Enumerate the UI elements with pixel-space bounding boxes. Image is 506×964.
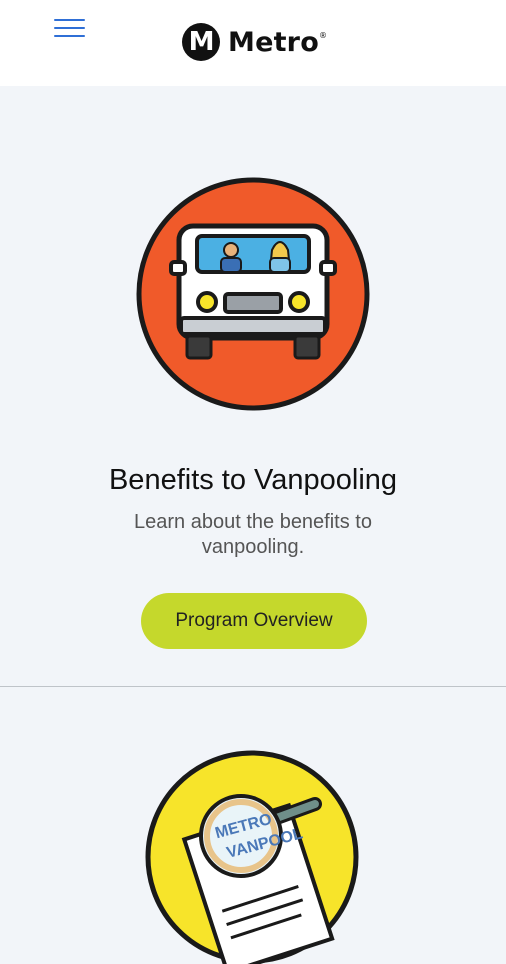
- app-header: M Metro®: [0, 0, 506, 86]
- hamburger-menu-icon[interactable]: [54, 16, 86, 40]
- metro-logo-text: Metro®: [228, 26, 328, 58]
- metro-logo[interactable]: M Metro®: [182, 22, 327, 62]
- section-divider: [0, 686, 506, 687]
- card-title: Benefits to Vanpooling: [108, 464, 398, 496]
- van-icon: [136, 177, 370, 411]
- program-overview-button[interactable]: Program Overview: [141, 593, 367, 649]
- magnifier-document-icon: METRO VANPOOL: [145, 750, 359, 964]
- card-description: Learn about the benefits to vanpooling.: [134, 511, 372, 558]
- metro-logo-mark: M: [182, 23, 220, 61]
